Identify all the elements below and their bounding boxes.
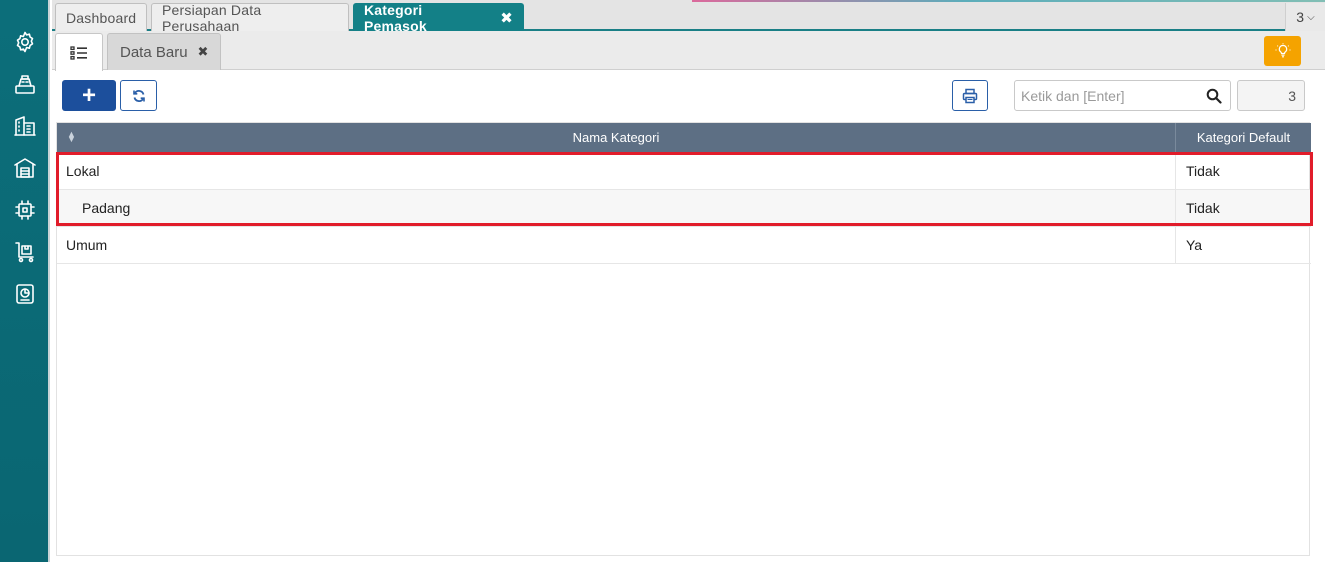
tab-label: Kategori Pemasok bbox=[364, 1, 427, 34]
record-count-value: 3 bbox=[1288, 87, 1296, 104]
column-label: Kategori Default bbox=[1196, 130, 1291, 145]
list-icon bbox=[70, 45, 87, 60]
refresh-icon bbox=[132, 89, 145, 102]
app-root: Dashboard Persiapan Data Perusahaan Kate… bbox=[0, 0, 1325, 562]
plus-icon: + bbox=[81, 81, 96, 109]
cart-icon[interactable] bbox=[11, 238, 39, 266]
close-icon[interactable]: ✖ bbox=[198, 44, 209, 60]
cell-default: Tidak bbox=[1175, 190, 1311, 226]
lightbulb-icon bbox=[1275, 43, 1290, 58]
column-header-nama-kategori[interactable]: ▲ ▼ Nama Kategori bbox=[57, 123, 1175, 152]
column-label: Nama Kategori bbox=[572, 130, 660, 145]
tab-label: Dashboard bbox=[66, 9, 137, 26]
sub-tab-bar: Data Baru ✖ bbox=[52, 31, 1325, 71]
tips-button[interactable] bbox=[1264, 36, 1301, 66]
cell-default: Tidak bbox=[1175, 153, 1311, 189]
table-row[interactable]: Lokal Tidak bbox=[57, 153, 1311, 190]
tab-label: Data Baru bbox=[120, 43, 188, 61]
close-icon[interactable]: ✖ bbox=[500, 9, 513, 27]
top-tab-bar: Dashboard Persiapan Data Perusahaan Kate… bbox=[52, 0, 1325, 34]
category-table: ▲ ▼ Nama Kategori Kategori Default Lokal … bbox=[56, 122, 1311, 556]
tab-persiapan-data-perusahaan[interactable]: Persiapan Data Perusahaan bbox=[151, 1, 349, 34]
sort-icon[interactable]: ▲ ▼ bbox=[67, 130, 76, 144]
cell-default: Ya bbox=[1175, 227, 1311, 263]
tab-label: Persiapan Data Perusahaan bbox=[162, 1, 262, 34]
table-header: ▲ ▼ Nama Kategori Kategori Default bbox=[57, 123, 1311, 152]
table-row[interactable]: Padang Tidak bbox=[57, 190, 1311, 227]
table-row[interactable]: Umum Ya bbox=[57, 227, 1311, 264]
warehouse-icon[interactable] bbox=[11, 154, 39, 182]
search-field bbox=[1014, 80, 1231, 111]
top-accent-line bbox=[692, 0, 1325, 2]
chevron-down-icon: ⌵ bbox=[1307, 11, 1315, 23]
search-input[interactable] bbox=[1015, 81, 1205, 110]
building-icon[interactable] bbox=[11, 112, 39, 140]
cell-name: Umum bbox=[66, 237, 108, 253]
refresh-button[interactable] bbox=[120, 80, 157, 111]
record-count: 3 bbox=[1237, 80, 1305, 111]
cash-register-icon[interactable] bbox=[11, 70, 39, 98]
cell-name: Lokal bbox=[66, 163, 100, 179]
tab-dashboard[interactable]: Dashboard bbox=[55, 3, 147, 31]
print-icon bbox=[962, 88, 978, 103]
search-icon[interactable] bbox=[1206, 88, 1222, 104]
tab-count-dropdown[interactable]: 3 ⌵ bbox=[1285, 3, 1325, 31]
sidebar bbox=[0, 0, 50, 562]
print-button[interactable] bbox=[952, 80, 988, 111]
tab-kategori-pemasok[interactable]: Kategori Pemasok ✖ bbox=[353, 1, 524, 34]
add-button[interactable]: + bbox=[62, 80, 116, 111]
cell-name: Padang bbox=[82, 200, 131, 216]
column-header-kategori-default[interactable]: Kategori Default bbox=[1175, 123, 1311, 152]
tab-count: 3 bbox=[1296, 9, 1305, 25]
settings-icon[interactable] bbox=[11, 28, 39, 56]
logistics-icon[interactable] bbox=[11, 196, 39, 224]
tab-data-baru[interactable]: Data Baru ✖ bbox=[107, 33, 222, 70]
report-icon[interactable] bbox=[11, 280, 39, 308]
list-view-tab[interactable] bbox=[55, 33, 103, 71]
